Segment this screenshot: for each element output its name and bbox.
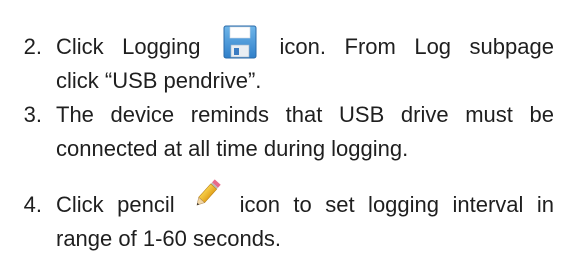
step-text-line-2: range of 1-60 seconds. <box>56 226 282 251</box>
step-text: Click Logging <box>56 34 201 59</box>
step-text-line-1: Click pencil icon to set logging interva… <box>56 179 554 224</box>
step-text-line-1: Click Logging icon. From Log subpage <box>56 25 554 65</box>
step-text-line-2: click “USB pendrive”. <box>56 68 262 93</box>
step-text: Click pencil <box>56 192 175 217</box>
step-number: 4. <box>23 192 42 217</box>
step-text-line-1: The device reminds that USB drive must b… <box>56 102 554 127</box>
step-text: icon to set logging interval in <box>239 192 554 217</box>
step-number: 3. <box>23 102 42 127</box>
step-text-line-2: connected at all time during logging. <box>56 136 409 161</box>
step-text: icon. From Log subpage <box>279 34 554 59</box>
pencil-icon <box>190 176 224 212</box>
step-number: 2. <box>23 34 42 59</box>
floppy-disk-icon <box>223 25 257 59</box>
